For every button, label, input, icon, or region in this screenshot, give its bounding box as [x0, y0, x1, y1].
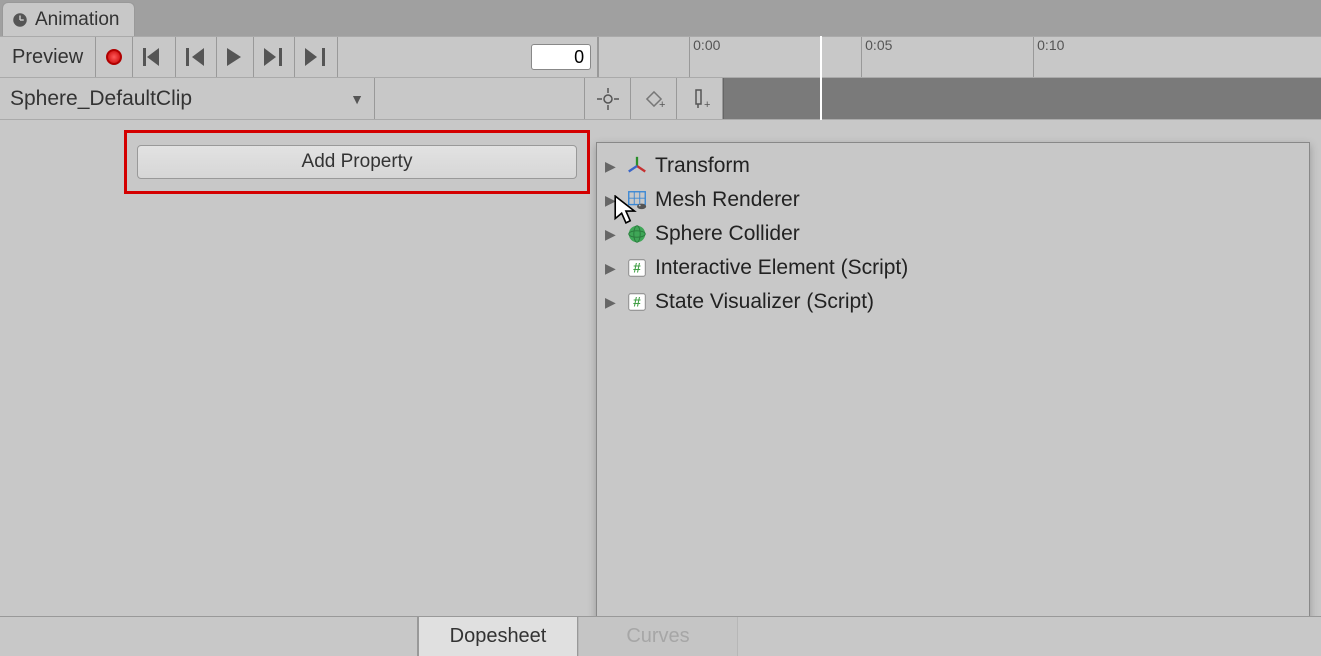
- next-keyframe-button[interactable]: [254, 37, 295, 77]
- skip-to-start-icon: [143, 48, 165, 66]
- chevron-down-icon: ▼: [350, 91, 364, 107]
- timeline-ruler[interactable]: 0:00 0:05 0:10: [598, 37, 1321, 77]
- add-keyframe-button[interactable]: +: [631, 78, 677, 119]
- expand-arrow-icon: ▶: [605, 294, 619, 311]
- animation-tab[interactable]: Animation: [2, 2, 135, 36]
- ruler-tick-label: 0:05: [865, 37, 892, 53]
- bottom-blank: [0, 617, 418, 656]
- add-property-button[interactable]: Add Property: [137, 145, 577, 179]
- tab-bar: Animation: [0, 0, 1321, 36]
- property-item-sphere-collider[interactable]: ▶ Sphere Collider: [601, 217, 1305, 251]
- filter-selection-button[interactable]: [585, 78, 631, 119]
- svg-text:+: +: [659, 99, 665, 110]
- expand-arrow-icon: ▶: [605, 158, 619, 175]
- record-icon: [106, 49, 122, 65]
- ruler-tick: 0:10: [1033, 37, 1064, 77]
- playhead[interactable]: [820, 36, 822, 120]
- clock-icon: [11, 11, 29, 29]
- property-item-label: Mesh Renderer: [655, 188, 800, 212]
- ruler-tick-label: 0:00: [693, 37, 720, 53]
- main-area: Add Property ▶ Transform ▶ Mesh Renderer…: [0, 120, 1321, 656]
- clip-name: Sphere_DefaultClip: [10, 87, 192, 111]
- add-event-icon: +: [689, 88, 711, 110]
- property-item-label: Sphere Collider: [655, 222, 800, 246]
- curves-label: Curves: [626, 625, 689, 648]
- svg-text:+: +: [704, 99, 710, 110]
- transform-icon: [625, 154, 649, 178]
- clip-dropdown[interactable]: Sphere_DefaultClip ▼: [0, 78, 375, 119]
- first-frame-button[interactable]: [133, 37, 176, 77]
- clip-row: Sphere_DefaultClip ▼ + +: [0, 78, 1321, 120]
- ruler-tick: 0:05: [861, 37, 892, 77]
- crosshair-icon: [597, 88, 619, 110]
- ruler-tick: 0:00: [689, 37, 720, 77]
- bottom-bar: Dopesheet Curves: [0, 616, 1321, 656]
- last-frame-button[interactable]: [295, 37, 338, 77]
- play-button[interactable]: [217, 37, 254, 77]
- bottom-rest: [738, 617, 1321, 656]
- mesh-renderer-icon: [625, 188, 649, 212]
- timeline-track[interactable]: [723, 78, 1321, 119]
- sphere-collider-icon: [625, 222, 649, 246]
- property-item-interactive-script[interactable]: ▶ # Interactive Element (Script): [601, 251, 1305, 285]
- step-forward-icon: [264, 48, 284, 66]
- script-icon: #: [625, 256, 649, 280]
- expand-arrow-icon: ▶: [605, 260, 619, 277]
- skip-to-end-icon: [305, 48, 327, 66]
- add-event-button[interactable]: +: [677, 78, 723, 119]
- property-item-label: State Visualizer (Script): [655, 290, 874, 314]
- property-item-mesh-renderer[interactable]: ▶ Mesh Renderer: [601, 183, 1305, 217]
- property-item-transform[interactable]: ▶ Transform: [601, 149, 1305, 183]
- toolbar-spacer: [338, 37, 598, 77]
- record-button[interactable]: [96, 37, 133, 77]
- step-back-icon: [186, 48, 206, 66]
- preview-label: Preview: [12, 46, 83, 69]
- add-keyframe-icon: +: [643, 88, 665, 110]
- curves-tab[interactable]: Curves: [578, 616, 738, 656]
- dopesheet-tab[interactable]: Dopesheet: [418, 616, 578, 656]
- expand-arrow-icon: ▶: [605, 226, 619, 243]
- play-icon: [227, 48, 243, 66]
- svg-text:#: #: [633, 261, 641, 276]
- add-property-label: Add Property: [302, 151, 413, 173]
- property-item-state-visualizer-script[interactable]: ▶ # State Visualizer (Script): [601, 285, 1305, 319]
- expand-arrow-icon: ▶: [605, 192, 619, 209]
- ruler-tick-label: 0:10: [1037, 37, 1064, 53]
- frame-input[interactable]: [531, 44, 591, 70]
- svg-text:#: #: [633, 295, 641, 310]
- preview-button[interactable]: Preview: [0, 37, 96, 77]
- dopesheet-label: Dopesheet: [450, 625, 547, 648]
- toolbar: Preview 0:00 0:05 0:10: [0, 36, 1321, 78]
- clip-row-blank: [375, 78, 585, 119]
- property-popup: ▶ Transform ▶ Mesh Renderer ▶ Sphere Col…: [596, 142, 1310, 644]
- add-property-highlight: Add Property: [124, 130, 590, 194]
- prev-keyframe-button[interactable]: [176, 37, 217, 77]
- property-item-label: Interactive Element (Script): [655, 256, 908, 280]
- animation-tab-label: Animation: [35, 9, 120, 31]
- script-icon: #: [625, 290, 649, 314]
- property-item-label: Transform: [655, 154, 750, 178]
